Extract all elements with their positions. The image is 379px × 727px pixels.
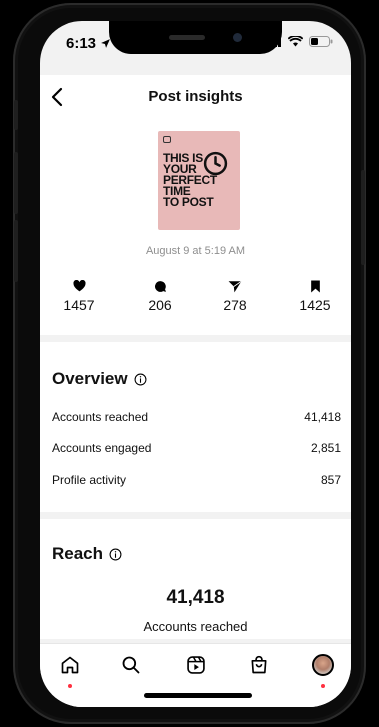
saves-metric[interactable]: 1425 (285, 279, 345, 313)
shares-metric[interactable]: 278 (205, 279, 265, 313)
thumbnail-badge-icon (163, 136, 171, 143)
wifi-icon (288, 36, 303, 47)
nav-home[interactable] (55, 650, 85, 680)
page-title: Post insights (148, 88, 243, 105)
mute-switch (14, 100, 18, 130)
reach-header: Reach (52, 544, 122, 564)
search-icon (122, 656, 140, 674)
home-icon (61, 656, 79, 674)
nav-reels[interactable] (181, 650, 211, 680)
comment-icon (154, 280, 166, 292)
profile-notification-dot (321, 684, 325, 688)
header-bar: Post insights (40, 75, 351, 119)
thumbnail-text: THIS IS YOUR PERFECT TIME TO POST (163, 151, 217, 209)
share-icon (228, 280, 242, 292)
reach-section: Reach 41,418 Accounts reached (40, 519, 351, 639)
reach-number: 41,418 (166, 587, 225, 608)
overview-section: Overview Accounts reached 41,418 Account… (40, 342, 351, 512)
volume-down-button (14, 220, 18, 282)
profile-activity-row[interactable]: Profile activity 857 (52, 473, 341, 487)
status-time: 6:13 (66, 35, 111, 52)
accounts-reached-row[interactable]: Accounts reached 41,418 (52, 410, 341, 424)
clock-icon (203, 151, 228, 176)
nav-search[interactable] (116, 650, 146, 680)
post-date: August 9 at 5:19 AM (145, 245, 246, 257)
nav-shop[interactable] (244, 650, 274, 680)
heart-icon (72, 280, 86, 292)
battery-icon (309, 36, 333, 47)
shop-icon (251, 655, 267, 674)
volume-up-button (14, 152, 18, 214)
nav-profile[interactable] (308, 650, 338, 680)
overview-title: Overview (52, 369, 128, 388)
screen: 6:13 Post insights THIS IS YOUR PERFECT … (40, 21, 351, 707)
info-icon[interactable] (109, 548, 122, 561)
bookmark-icon (310, 280, 320, 292)
post-summary: THIS IS YOUR PERFECT TIME TO POST August… (40, 119, 351, 335)
profile-avatar (312, 654, 334, 676)
power-button (361, 170, 365, 265)
notch (109, 21, 282, 54)
likes-metric[interactable]: 1457 (49, 279, 109, 313)
reach-title: Reach (52, 544, 104, 563)
reels-icon (187, 656, 205, 674)
overview-header: Overview (52, 369, 147, 389)
accounts-engaged-row[interactable]: Accounts engaged 2,851 (52, 441, 341, 455)
home-notification-dot (68, 684, 72, 688)
engagement-metrics: 1457 206 278 1425 (40, 279, 351, 319)
post-thumbnail[interactable]: THIS IS YOUR PERFECT TIME TO POST (158, 131, 240, 230)
reach-label: Accounts reached (143, 619, 248, 634)
home-indicator (144, 693, 252, 698)
info-icon[interactable] (134, 373, 147, 386)
comments-metric[interactable]: 206 (130, 279, 190, 313)
